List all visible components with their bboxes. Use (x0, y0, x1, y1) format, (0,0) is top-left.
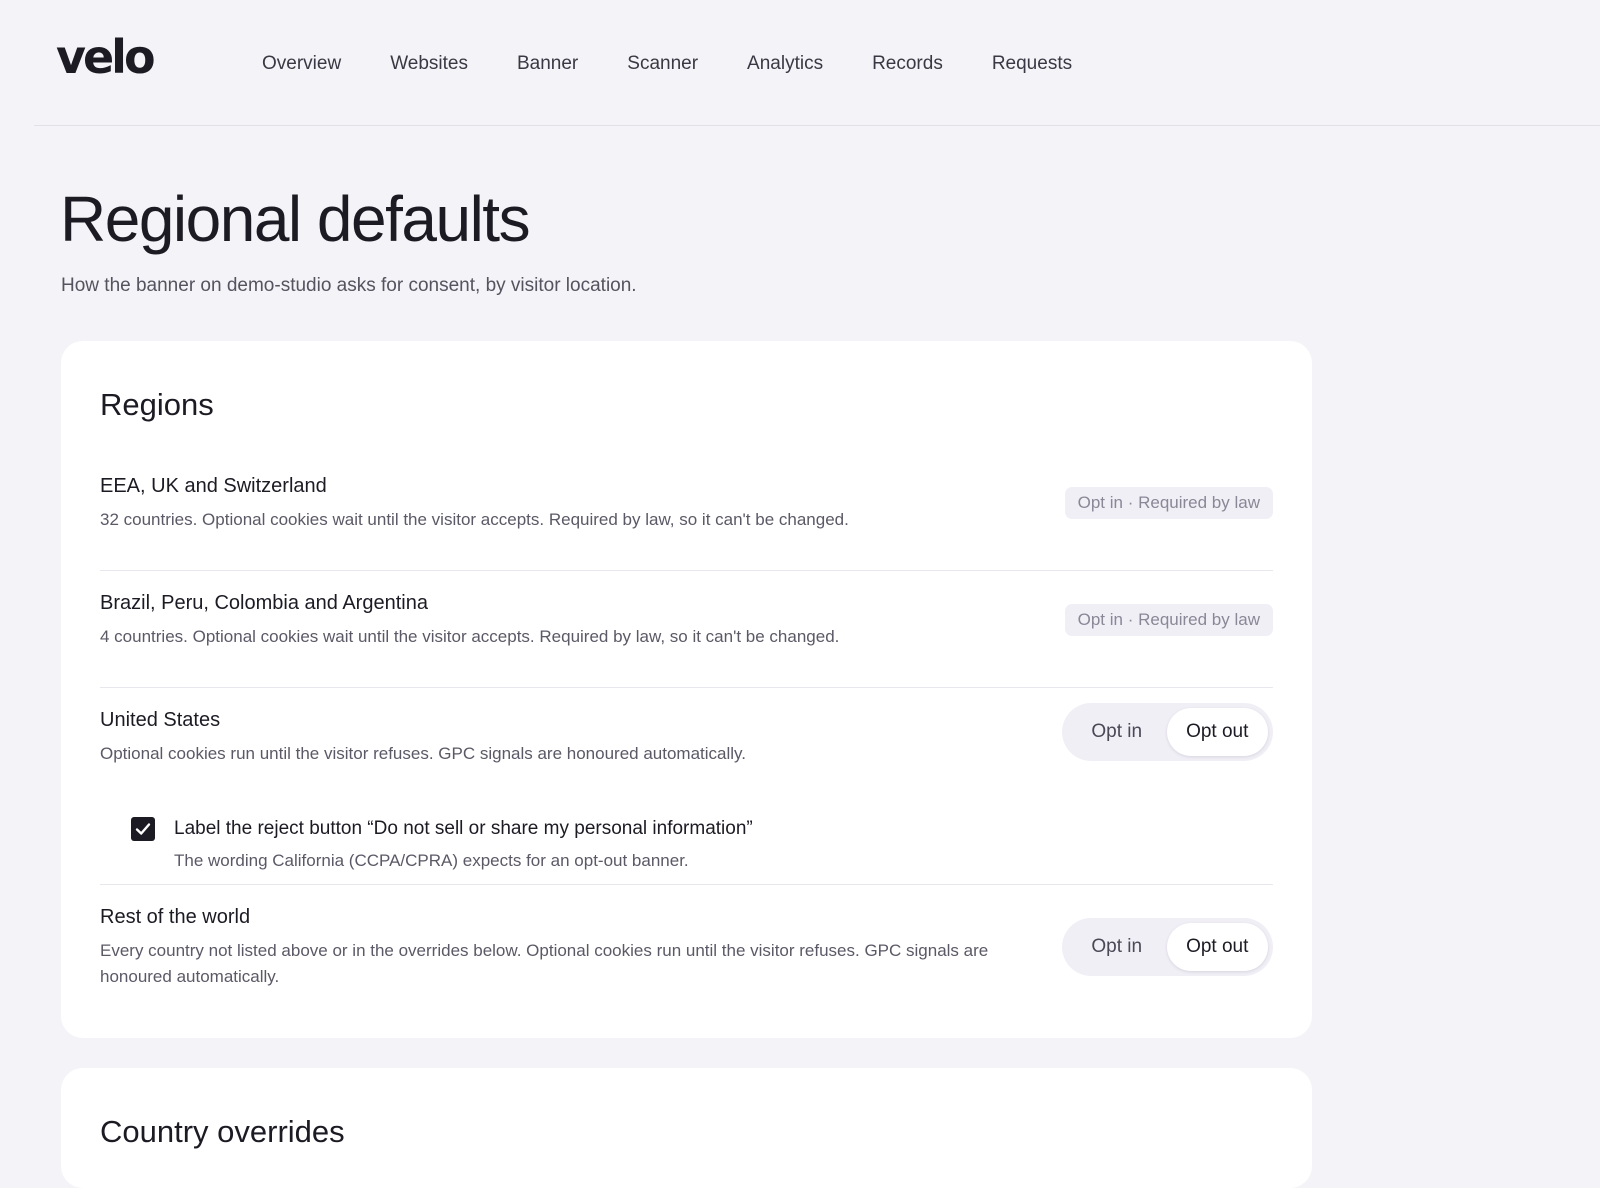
divider (100, 687, 1273, 688)
logo-text: velo (56, 30, 156, 84)
checkbox-hint: The wording California (CCPA/CPRA) expec… (174, 851, 689, 870)
page-subtitle: How the banner on demo-studio asks for c… (61, 275, 637, 296)
nav-item-requests[interactable]: Requests (992, 48, 1072, 80)
checkbox-label[interactable]: Label the reject button “Do not sell or … (174, 817, 753, 841)
region-description: 4 countries. Optional cookies wait until… (100, 627, 840, 646)
nav-item-analytics[interactable]: Analytics (747, 48, 823, 80)
velo-logo[interactable]: velo (56, 30, 156, 84)
nav-item-websites[interactable]: Websites (390, 48, 468, 80)
region-row-us: United States Optional cookies run until… (100, 703, 1273, 870)
consent-mode-toggle: Opt in Opt out (1062, 703, 1273, 761)
region-description: Optional cookies run until the visitor r… (100, 744, 747, 763)
region-name: EEA, UK and Switzerland (100, 475, 327, 497)
opt-out-option[interactable]: Opt out (1166, 923, 1268, 971)
required-by-law-badge: Opt in · Required by law (1064, 604, 1273, 636)
regions-card: Regions EEA, UK and Switzerland 32 count… (61, 341, 1312, 1038)
page-title: Regional defaults (60, 183, 531, 255)
divider (100, 884, 1273, 885)
region-name: Rest of the world (100, 906, 251, 928)
checkmark-icon (135, 823, 151, 835)
regions-title: Regions (100, 387, 214, 422)
divider (100, 570, 1273, 571)
nav-item-overview[interactable]: Overview (262, 48, 341, 80)
opt-out-option[interactable]: Opt out (1166, 708, 1268, 756)
opt-in-option[interactable]: Opt in (1067, 923, 1167, 971)
country-overrides-card: Country overrides (61, 1068, 1312, 1188)
region-name: Brazil, Peru, Colombia and Argentina (100, 592, 428, 614)
nav-item-banner[interactable]: Banner (517, 48, 578, 80)
region-row-eea: EEA, UK and Switzerland 32 countries. Op… (100, 475, 1273, 535)
ccpa-label-checkbox[interactable] (131, 817, 155, 841)
region-row-rest-of-world: Rest of the world Every country not list… (100, 906, 1273, 996)
top-navigation-bar: velo Overview Websites Banner Scanner An… (34, 0, 1600, 126)
nav-item-records[interactable]: Records (872, 48, 943, 80)
main-nav: Overview Websites Banner Scanner Analyti… (262, 48, 1121, 80)
opt-in-option[interactable]: Opt in (1067, 708, 1167, 756)
country-overrides-title: Country overrides (100, 1114, 345, 1149)
region-description: 32 countries. Optional cookies wait unti… (100, 510, 849, 529)
region-row-latam: Brazil, Peru, Colombia and Argentina 4 c… (100, 592, 1273, 652)
required-by-law-badge: Opt in · Required by law (1064, 487, 1273, 519)
consent-mode-toggle: Opt in Opt out (1062, 918, 1273, 976)
region-name: United States (100, 709, 221, 731)
nav-item-scanner[interactable]: Scanner (627, 48, 698, 80)
region-description: Every country not listed above or in the… (100, 941, 989, 986)
